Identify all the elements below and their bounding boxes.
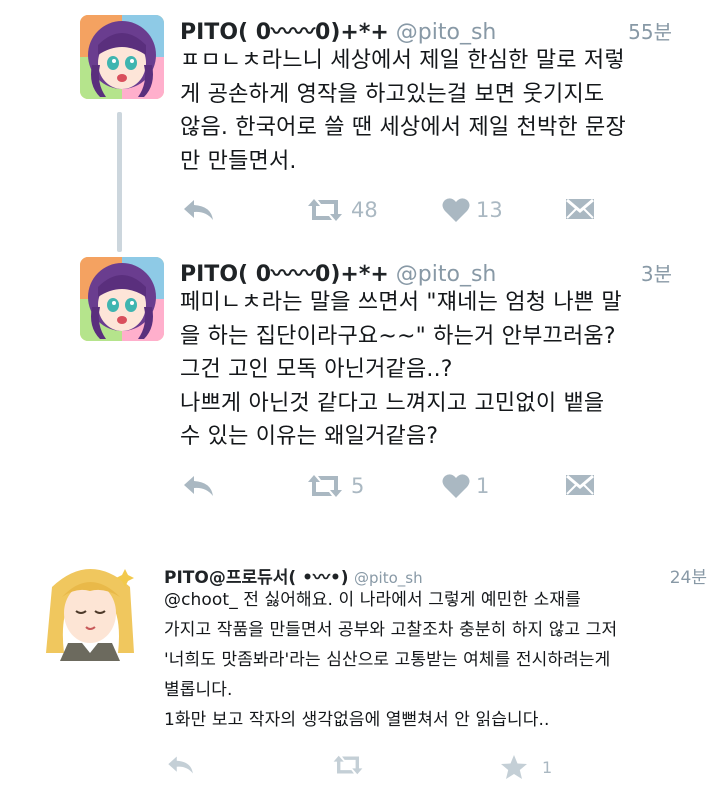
tweet-text-line: '너희도 맛좀봐라'라는 심산으로 고통받는 여체를 전시하려는게 [164, 650, 611, 670]
tweet-timestamp[interactable]: 24분 [670, 563, 707, 588]
tweet-timestamp[interactable]: 3분 [641, 258, 672, 287]
direct-message-button[interactable] [565, 197, 595, 221]
tweet-text: ㅍㅁㄴㅊ라느니 세상에서 제일 한심한 말로 저렇 게 공손하게 영작을 하고있… [180, 44, 626, 178]
display-name[interactable]: PITO( 0〰〰0)+*+ [180, 20, 389, 45]
tweet-actions: 5 1 [180, 473, 600, 503]
tweet-text-line: 나쁘게 아닌것 같다고 느껴지고 고민없이 뱉을 [180, 390, 605, 416]
tweet-header: PITO( 0〰〰0)+*+ @pito_sh [180, 256, 496, 288]
like-count: 13 [476, 198, 503, 222]
reply-icon [184, 200, 213, 220]
tweet-text-line: ㅍㅁㄴㅊ라느니 세상에서 제일 한심한 말로 저렇 [180, 48, 625, 73]
tweet-text-line: 페미ㄴㅊ라는 말을 쓰면서 "쟤네는 엄청 나쁜 말 [180, 290, 622, 315]
user-handle[interactable]: @pito_sh [396, 20, 497, 45]
direct-message-button[interactable] [565, 473, 595, 497]
tweet-text: @choot_ 전 싫어해요. 이 나라에서 그렇게 예민한 소재를 가지고 작… [164, 585, 617, 735]
tweet-text-line: 그건 고인 모독 아닌거같음..? [180, 357, 453, 382]
tweet-actions: 1 [164, 754, 584, 784]
tweet-text-line: 게 공손하게 영작을 하고있는걸 보면 웃기지도 [180, 81, 605, 107]
reply-button[interactable] [182, 473, 216, 499]
avatar[interactable] [80, 15, 164, 99]
retweet-icon [308, 475, 342, 497]
like-button[interactable]: 1 [442, 473, 489, 499]
avatar[interactable] [38, 557, 142, 661]
avatar[interactable] [80, 257, 164, 341]
heart-icon [442, 198, 470, 222]
tweet-timestamp[interactable]: 55분 [628, 16, 672, 45]
tweet-3[interactable]: PITO@프로듀서( •〰•) @pito_sh 24분 @choot_ 전 싫… [0, 545, 727, 787]
tweet-text-line: 않음. 한국어로 쓸 땐 세상에서 제일 천박한 문장 [180, 115, 626, 140]
tweet-2[interactable]: PITO( 0〰〰0)+*+ @pito_sh 3분 페미ㄴㅊ라는 말을 쓰면서… [0, 250, 727, 520]
user-handle[interactable]: @pito_sh [396, 262, 497, 287]
tweet-text-line: 을 하는 집단이라구요~~" 하는거 안부끄러움? [180, 323, 616, 349]
display-name[interactable]: PITO( 0〰〰0)+*+ [180, 262, 389, 287]
retweet-count: 5 [351, 474, 365, 498]
tweet-text-line: 만 만들면서. [180, 148, 297, 174]
star-icon [501, 755, 527, 779]
tweet-text-line: 수 있는 이유는 왜일거같음? [180, 424, 439, 449]
tweet-actions: 48 13 [180, 197, 600, 227]
tweet-1[interactable]: PITO( 0〰〰0)+*+ @pito_sh 55분 ㅍㅁㄴㅊ라느니 세상에서… [0, 0, 727, 250]
reply-icon [184, 476, 213, 496]
tweet-text-line: 1화만 보고 작자의 생각없음에 열뻗쳐서 안 읽습니다.. [164, 710, 550, 730]
retweet-icon [308, 199, 342, 221]
tweet-header: PITO( 0〰〰0)+*+ @pito_sh [180, 14, 496, 46]
tweet-text-line: @choot_ 전 싫어해요. 이 나라에서 그렇게 예민한 소재를 [164, 590, 581, 610]
reply-button[interactable] [182, 197, 216, 223]
retweet-button[interactable]: 48 [305, 197, 378, 223]
favorite-count: 1 [542, 757, 553, 777]
like-button[interactable]: 13 [442, 197, 503, 223]
reply-icon [168, 756, 193, 774]
retweet-icon [333, 755, 363, 775]
like-count: 1 [476, 474, 490, 498]
tweet-text-line: 별롭니다. [164, 680, 233, 700]
direct-message-icon [566, 198, 594, 219]
reply-button[interactable] [166, 754, 196, 776]
tweet-text-line: 가지고 작품을 만들면서 공부와 고찰조차 충분히 하지 않고 그저 [164, 620, 618, 640]
direct-message-icon [566, 474, 594, 495]
tweet-text: 페미ㄴㅊ라는 말을 쓰면서 "쟤네는 엄청 나쁜 말 을 하는 집단이라구요~~… [180, 286, 622, 454]
retweet-button[interactable]: 5 [305, 473, 364, 499]
retweet-count: 48 [351, 198, 378, 222]
favorite-button[interactable]: 1 [500, 754, 552, 780]
retweet-button[interactable] [330, 754, 366, 776]
heart-icon [442, 474, 470, 498]
